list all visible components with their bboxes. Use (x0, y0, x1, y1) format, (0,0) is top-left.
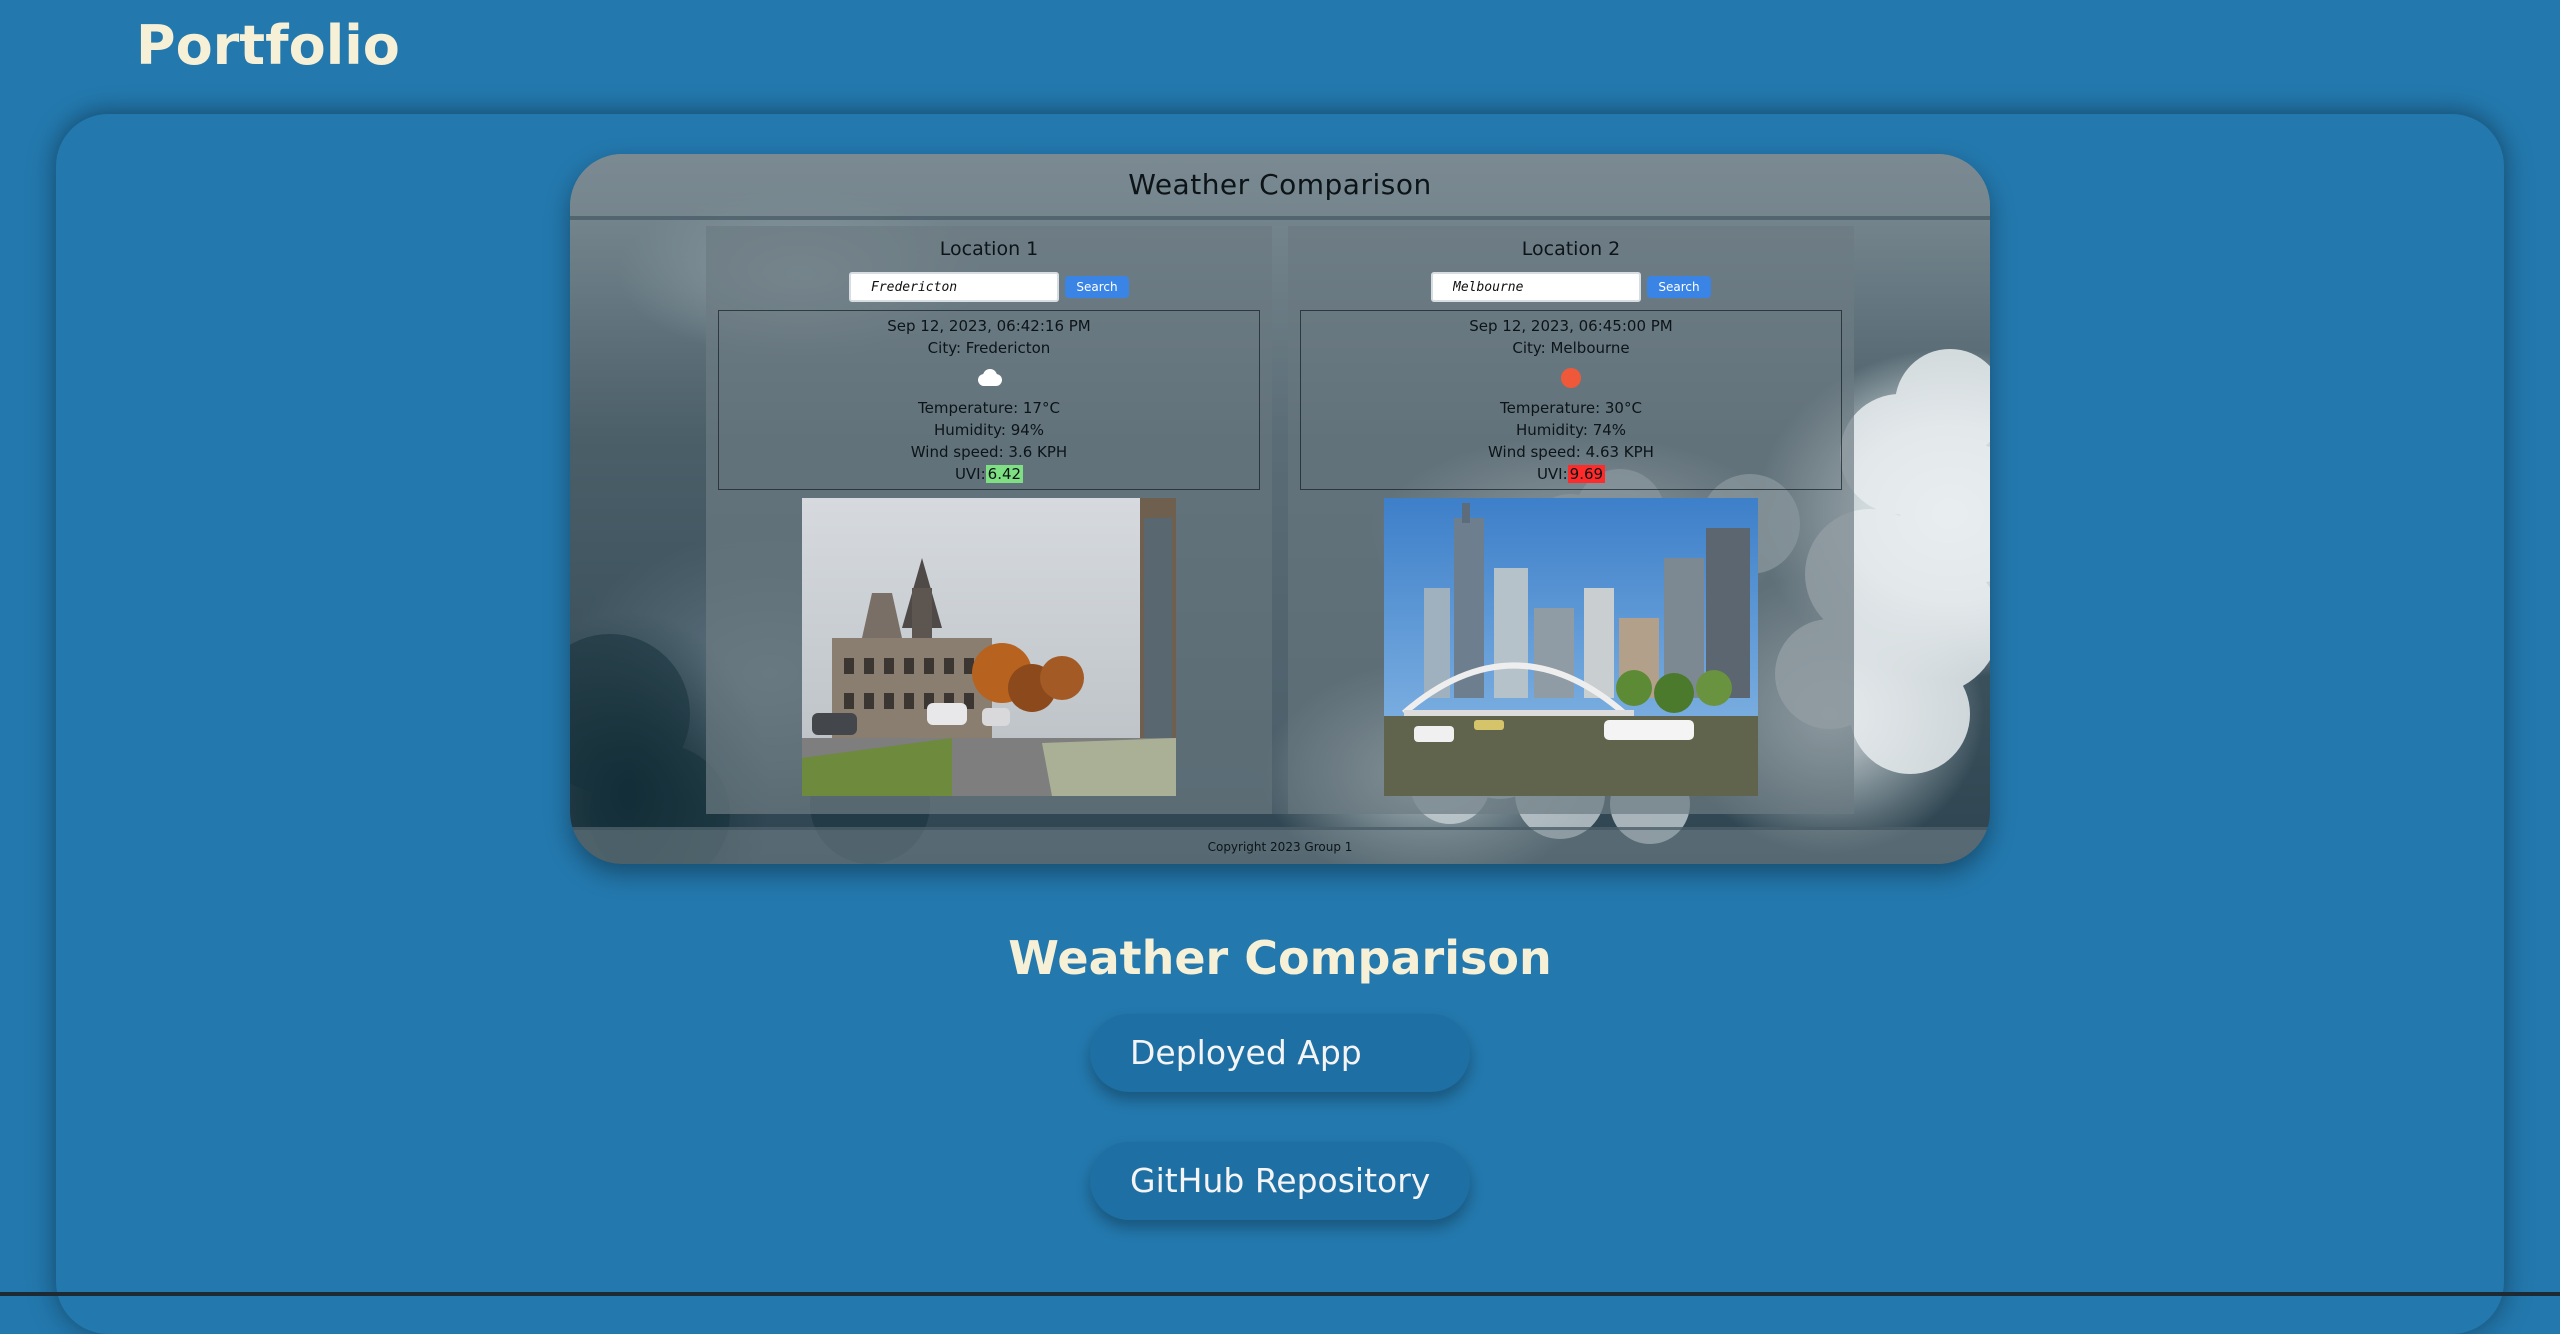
comparison-panel: Location 1 Search Sep 12, 2023, 06:42:16… (706, 226, 1854, 814)
temperature: Temperature: 30°C (1500, 399, 1642, 417)
bottom-edge (0, 1292, 2560, 1296)
weather-icon-wrap (1301, 359, 1841, 397)
location-heading: Location 1 (939, 238, 1039, 260)
humidity: Humidity: 74% (1515, 421, 1627, 439)
project-title: Weather Comparison (1008, 931, 1552, 985)
project-screenshot: Weather Comparison Location 1 Search Sep… (570, 154, 1990, 864)
city-label: City: Fredericton (927, 339, 1051, 357)
app-footer: Copyright 2023 Group 1 (570, 827, 1990, 864)
fredericton-photo (802, 498, 1176, 796)
deployed-app-button[interactable]: Deployed App (1090, 1014, 1470, 1092)
search-input[interactable] (849, 272, 1059, 302)
city-label: City: Melbourne (1512, 339, 1630, 357)
sun-icon (1561, 368, 1581, 388)
search-input[interactable] (1431, 272, 1641, 302)
search-button[interactable]: Search (1065, 276, 1129, 298)
weather-info: Sep 12, 2023, 06:45:00 PM City: Melbourn… (1300, 310, 1842, 490)
cloud-icon (978, 369, 1002, 386)
uvi-value: 6.42 (985, 465, 1024, 483)
melbourne-photo (1384, 498, 1758, 796)
search-button[interactable]: Search (1647, 276, 1711, 298)
location-1-panel: Location 1 Search Sep 12, 2023, 06:42:16… (706, 226, 1272, 814)
search-row: Search (1288, 272, 1854, 302)
wind-speed: Wind speed: 3.6 KPH (910, 443, 1068, 461)
weather-icon-wrap (719, 359, 1259, 397)
page-title: Portfolio (136, 14, 400, 77)
weather-info: Sep 12, 2023, 06:42:16 PM City: Frederic… (718, 310, 1260, 490)
uvi-label: UVI: (954, 465, 986, 483)
uvi-label: UVI: (1536, 465, 1568, 483)
search-row: Search (706, 272, 1272, 302)
humidity: Humidity: 94% (933, 421, 1045, 439)
github-repository-button[interactable]: GitHub Repository (1090, 1142, 1470, 1220)
wind-speed: Wind speed: 4.63 KPH (1488, 443, 1654, 461)
app-header: Weather Comparison (570, 154, 1990, 220)
temperature: Temperature: 17°C (918, 399, 1060, 417)
uvi-line: UVI: 6.42 (719, 463, 1259, 485)
uvi-value: 9.69 (1567, 465, 1606, 483)
datetime: Sep 12, 2023, 06:42:16 PM (887, 317, 1091, 335)
location-2-panel: Location 2 Search Sep 12, 2023, 06:45:00… (1288, 226, 1854, 814)
location-heading: Location 2 (1521, 238, 1621, 260)
datetime: Sep 12, 2023, 06:45:00 PM (1469, 317, 1673, 335)
uvi-line: UVI: 9.69 (1301, 463, 1841, 485)
app-title: Weather Comparison (1128, 168, 1432, 201)
